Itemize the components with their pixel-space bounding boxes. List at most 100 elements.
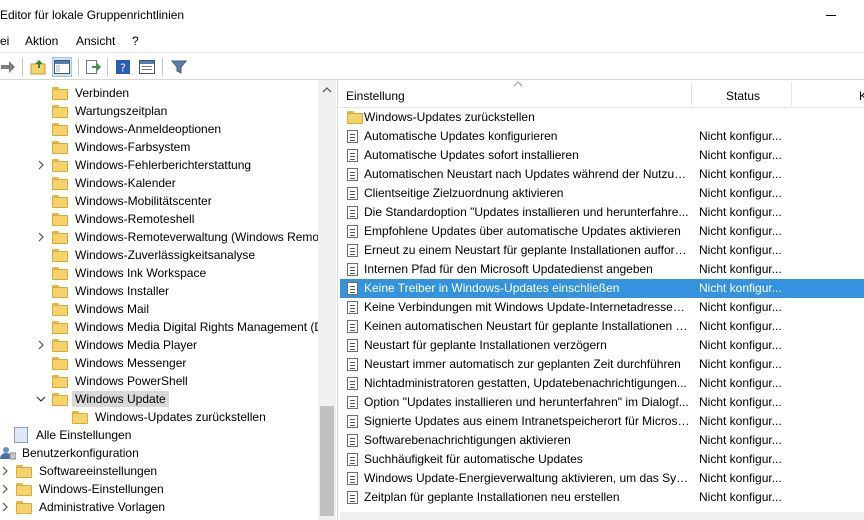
list-row[interactable]: Zeitplan für geplante Installationen neu…	[340, 488, 864, 507]
tree-item[interactable]: Administrative Vorlagen	[0, 498, 168, 516]
up-folder-button[interactable]	[28, 57, 48, 77]
tree-item-label: Windows-Remoteshell	[75, 212, 195, 226]
folder-icon	[52, 158, 68, 172]
forward-button[interactable]	[0, 57, 18, 77]
chevron-right-icon[interactable]	[0, 466, 10, 476]
setting-name: Keine Treiber in Windows-Updates einschl…	[364, 281, 620, 295]
chevron-right-icon[interactable]	[36, 160, 46, 170]
list-row[interactable]: Clientseitige Zielzuordnung aktivieren Ni…	[340, 184, 864, 203]
tree-item[interactable]: Softwareeinstellungen	[0, 462, 160, 480]
title-bar: Editor für lokale Gruppenrichtlinien	[0, 0, 864, 32]
tree-item[interactable]: Benutzerkonfiguration	[0, 444, 142, 462]
chevron-right-icon[interactable]	[36, 232, 46, 242]
console-tree[interactable]: Verbinden Wartungszeitplan Windows-Anmelde…	[0, 80, 338, 520]
tree-item[interactable]: Windows Media Digital Rights Management …	[36, 318, 326, 336]
tree-item[interactable]: Windows Installer	[36, 282, 172, 300]
chevron-down-icon[interactable]	[36, 394, 46, 404]
tree-item-label: Windows-Anmeldeoptionen	[75, 122, 222, 136]
help-button[interactable]: ?	[113, 57, 133, 77]
tree-item[interactable]: Windows Mail	[36, 300, 152, 318]
tree-item-label: Windows-Kalender	[75, 176, 176, 190]
list-row[interactable]: Windows-Updates zurückstellen	[340, 108, 864, 127]
list-row[interactable]: Signierte Updates aus einem Intranetspei…	[340, 412, 864, 431]
list-row[interactable]: Windows Update-Energieverwaltung aktivie…	[340, 469, 864, 488]
tree-item[interactable]: Windows Update	[36, 390, 169, 408]
tree-item[interactable]: Windows Ink Workspace	[36, 264, 209, 282]
setting-status: Nicht konfigur...	[699, 452, 782, 466]
policy-setting-icon	[347, 491, 358, 504]
list-row[interactable]: Die Standardoption "Updates installieren…	[340, 203, 864, 222]
list-row[interactable]: Automatischen Neustart nach Updates währ…	[340, 165, 864, 184]
chevron-right-icon[interactable]	[36, 340, 46, 350]
list-row[interactable]: Empfohlene Updates über automatische Upd…	[340, 222, 864, 241]
minimize-icon[interactable]	[826, 15, 836, 16]
policy-setting-icon	[347, 358, 358, 371]
tree-item[interactable]: Alle Einstellungen	[14, 426, 134, 444]
list-row[interactable]: Neustart immer automatisch zur geplanten…	[340, 355, 864, 374]
list-row[interactable]: Automatische Updates sofort installieren…	[340, 146, 864, 165]
setting-name: Automatischen Neustart nach Updates währ…	[364, 167, 690, 181]
list-row[interactable]: Option "Updates installieren und herunte…	[340, 393, 864, 412]
column-header-setting[interactable]: Einstellung	[346, 89, 405, 103]
scroll-thumb[interactable]	[320, 406, 334, 516]
export-list-button[interactable]	[83, 57, 103, 77]
tree-vertical-scrollbar[interactable]	[318, 80, 336, 520]
tree-item[interactable]: Windows-Anmeldeoptionen	[36, 120, 224, 138]
show-tree-button[interactable]	[52, 57, 72, 77]
setting-status: Nicht konfigur...	[699, 319, 782, 333]
tree-item[interactable]: Windows-Farbsystem	[36, 138, 193, 156]
list-row[interactable]: Softwarebenachrichtigungen aktivieren Nic…	[340, 431, 864, 450]
folder-icon	[52, 86, 68, 100]
tree-item-label: Wartungszeitplan	[75, 104, 168, 118]
chevron-right-icon[interactable]	[0, 502, 10, 512]
svg-text:?: ?	[120, 62, 126, 75]
filter-button[interactable]	[169, 57, 189, 77]
tree-item[interactable]: Windows-Remoteshell	[36, 210, 197, 228]
list-row[interactable]: Internen Pfad für den Microsoft Updatedi…	[340, 260, 864, 279]
list-row[interactable]: Suchhäufigkeit für automatische Updates N…	[340, 450, 864, 469]
tree-item[interactable]: Windows-Einstellungen	[0, 480, 167, 498]
menu-help[interactable]: ?	[130, 34, 141, 48]
list-row[interactable]: Automatische Updates konfigurieren Nicht …	[340, 127, 864, 146]
tree-item[interactable]: Windows-Updates zurückstellen	[56, 408, 269, 426]
folder-icon	[52, 266, 68, 280]
tree-item[interactable]: Windows-Remoteverwaltung (Windows Remo	[36, 228, 322, 246]
tree-item[interactable]: Windows-Fehlerberichterstattung	[36, 156, 254, 174]
setting-status: Nicht konfigur...	[699, 148, 782, 162]
list-row[interactable]: Keinen automatischen Neustart für geplan…	[340, 317, 864, 336]
menu-file[interactable]: ei	[0, 34, 11, 48]
tree-item-label: Windows Update	[72, 391, 169, 407]
column-header-status[interactable]: Status	[726, 89, 760, 103]
policy-setting-icon	[347, 434, 358, 447]
list-row[interactable]: Erneut zu einem Neustart für geplante In…	[340, 241, 864, 260]
column-header-comment[interactable]: K	[859, 89, 864, 103]
menu-view[interactable]: Ansicht	[74, 34, 117, 48]
horizontal-scrollbar[interactable]	[340, 512, 864, 520]
tree-item[interactable]: Windows-Kalender	[36, 174, 179, 192]
setting-name: Erneut zu einem Neustart für geplante In…	[364, 243, 690, 257]
scroll-up-icon[interactable]	[318, 84, 336, 96]
tree-item[interactable]: Wartungszeitplan	[36, 102, 170, 120]
tree-item[interactable]: Windows-Mobilitätscenter	[36, 192, 215, 210]
policy-setting-icon	[347, 263, 358, 276]
column-divider[interactable]	[691, 82, 692, 106]
list-row[interactable]: Keine Treiber in Windows-Updates einschl…	[340, 279, 864, 298]
forward-arrow-icon	[1, 61, 15, 73]
settings-list[interactable]: Einstellung Status K Windows-Updates zur…	[340, 80, 864, 520]
properties-button[interactable]	[137, 57, 157, 77]
column-divider[interactable]	[791, 82, 792, 106]
tree-item[interactable]: Windows PowerShell	[36, 372, 191, 390]
tree-item[interactable]: Windows-Zuverlässigkeitsanalyse	[36, 246, 258, 264]
policy-setting-icon	[347, 339, 358, 352]
menu-action[interactable]: Aktion	[23, 34, 60, 48]
list-row[interactable]: Nichtadministratoren gestatten, Updatebe…	[340, 374, 864, 393]
tree-item[interactable]: Windows Media Player	[36, 336, 200, 354]
list-row[interactable]: Neustart für geplante Installationen ver…	[340, 336, 864, 355]
list-row[interactable]: Keine Verbindungen mit Windows Update-In…	[340, 298, 864, 317]
tree-item-label: Windows-Einstellungen	[39, 482, 164, 496]
setting-status: Nicht konfigur...	[699, 281, 782, 295]
tree-item[interactable]: Windows Messenger	[36, 354, 189, 372]
tree-item[interactable]: Verbinden	[36, 84, 132, 102]
chevron-right-icon[interactable]	[0, 484, 10, 494]
